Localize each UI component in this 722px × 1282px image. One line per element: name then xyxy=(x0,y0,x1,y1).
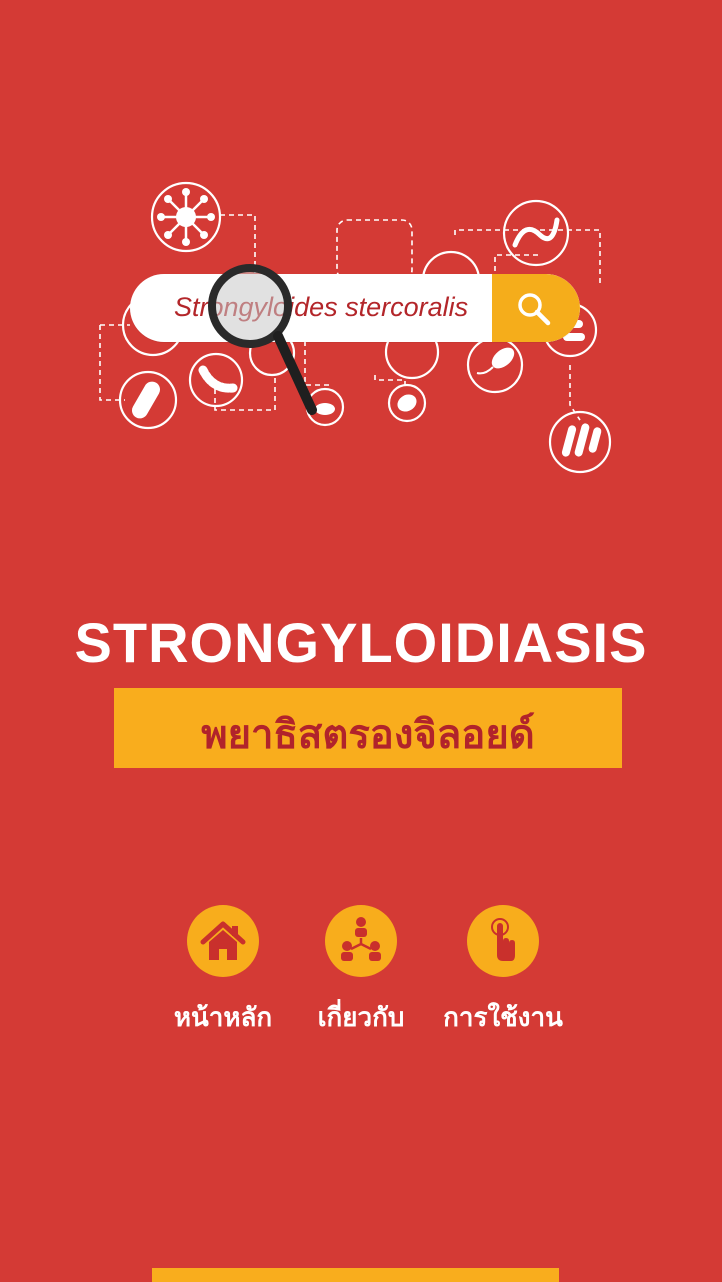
app-title: STRONGYLOIDIASIS xyxy=(74,611,648,674)
splash-screen: Strongyloides stercoralis STRONGYLOIDIAS… xyxy=(0,0,722,1282)
search-icon xyxy=(518,293,551,326)
subtitle-banner: พยาธิสตรองจิลอยด์ xyxy=(114,688,622,768)
app-subtitle: พยาธิสตรองจิลอยด์ xyxy=(201,713,535,757)
search-button[interactable] xyxy=(492,274,580,342)
nav-label-about: เกี่ยวกับ xyxy=(317,1002,405,1032)
magnifier-icon xyxy=(208,264,317,415)
nav-item-home[interactable]: หน้าหลัก xyxy=(148,905,298,1035)
nav-item-about[interactable]: เกี่ยวกับ xyxy=(286,905,436,1035)
nav-label-usage: การใช้งาน xyxy=(443,1002,563,1032)
tap-hand-icon xyxy=(467,905,539,977)
search-bar[interactable]: Strongyloides stercoralis xyxy=(130,274,580,342)
nav-item-usage[interactable]: การใช้งาน xyxy=(428,905,578,1035)
bottom-bar xyxy=(152,1268,559,1282)
nav-label-home: หน้าหลัก xyxy=(173,1002,273,1032)
home-icon xyxy=(187,905,259,977)
team-icon xyxy=(325,905,397,977)
